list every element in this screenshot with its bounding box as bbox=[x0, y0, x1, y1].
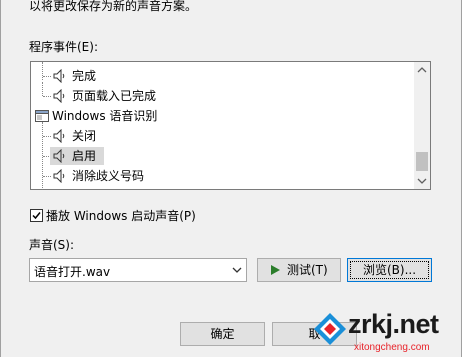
ok-button-label: 确定 bbox=[210, 327, 235, 341]
test-button[interactable]: 测试(T) bbox=[257, 258, 341, 282]
intro-text: 以将更改保存为新的声音方案。 bbox=[29, 0, 198, 13]
logo-diamond-icon bbox=[314, 313, 346, 345]
site-watermark: zrkj.net xitongcheng.com bbox=[312, 307, 462, 357]
tree-item-label: 完成 bbox=[72, 69, 97, 83]
tree-item-label: Windows 语音识别 bbox=[52, 109, 158, 123]
scroll-up-icon[interactable] bbox=[414, 62, 430, 78]
events-label: 程序事件(E): bbox=[29, 40, 98, 54]
sound-label: 声音(S): bbox=[29, 238, 75, 252]
browse-button[interactable]: 浏览(B)... bbox=[347, 258, 432, 282]
startup-sound-label[interactable]: 播放 Windows 启动声音(P) bbox=[46, 207, 196, 224]
tree-connector bbox=[42, 82, 43, 96]
tree-item-page-loaded[interactable]: 页面载入已完成 bbox=[31, 82, 416, 106]
tree-connector bbox=[43, 176, 51, 177]
scrollbar-thumb[interactable] bbox=[416, 152, 428, 171]
chevron-down-icon bbox=[232, 267, 242, 273]
startup-sound-checkbox[interactable] bbox=[30, 209, 43, 222]
browse-button-label: 浏览(B)... bbox=[362, 263, 417, 277]
app-window-icon bbox=[35, 110, 49, 122]
speaker-icon bbox=[53, 169, 65, 183]
tree-item-complete[interactable]: 完成 bbox=[31, 66, 416, 86]
tree-item-label: 关闭 bbox=[72, 129, 97, 143]
tree-item-label: 启用 bbox=[72, 149, 97, 163]
speaker-icon bbox=[53, 129, 65, 143]
tree-scrollbar[interactable] bbox=[414, 62, 430, 189]
tree-item-label: 消除歧义号码 bbox=[72, 169, 145, 183]
tree-item-enable[interactable]: 启用 bbox=[31, 146, 416, 166]
speaker-icon bbox=[53, 89, 65, 103]
watermark-brand: zrkj.net bbox=[348, 309, 439, 339]
scroll-down-icon[interactable] bbox=[414, 173, 430, 189]
play-icon bbox=[271, 265, 280, 275]
watermark-sub: xitongcheng.com bbox=[354, 342, 430, 353]
tree-item-close[interactable]: 关闭 bbox=[31, 126, 416, 146]
speaker-icon bbox=[53, 69, 65, 83]
tree-item-disambiguate-numbers[interactable]: 消除歧义号码 bbox=[31, 166, 416, 186]
sound-select[interactable]: 语音打开.wav bbox=[29, 258, 247, 282]
ok-button[interactable]: 确定 bbox=[180, 322, 265, 346]
tree-connector bbox=[43, 136, 51, 137]
sound-select-value: 语音打开.wav bbox=[34, 265, 111, 279]
test-button-label: 测试(T) bbox=[287, 263, 328, 277]
dialog-left-edge bbox=[0, 0, 1, 357]
speaker-icon bbox=[53, 149, 65, 163]
tree-group-speech-recognition[interactable]: Windows 语音识别 bbox=[31, 106, 416, 126]
tree-item-label: 页面载入已完成 bbox=[72, 89, 157, 103]
program-events-tree[interactable]: 完成 页面载入已完成 Windows 语音识别 关闭 启用 消除歧义号码 bbox=[30, 61, 431, 190]
checkmark-icon bbox=[32, 212, 41, 220]
tree-connector bbox=[43, 96, 51, 97]
tree-connector bbox=[43, 76, 51, 77]
